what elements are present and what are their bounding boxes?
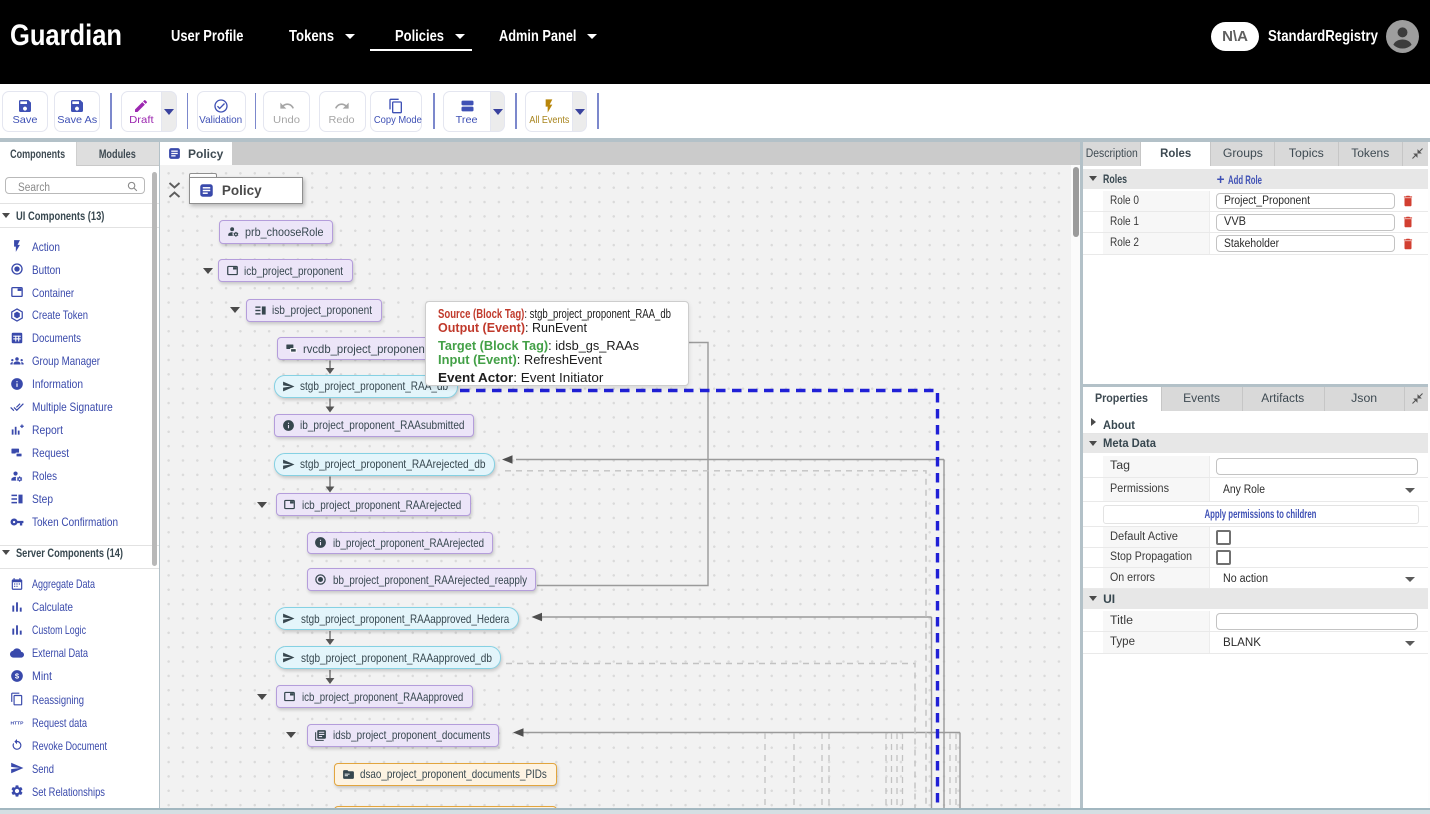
svg-text:HTTP: HTTP [11,720,24,726]
